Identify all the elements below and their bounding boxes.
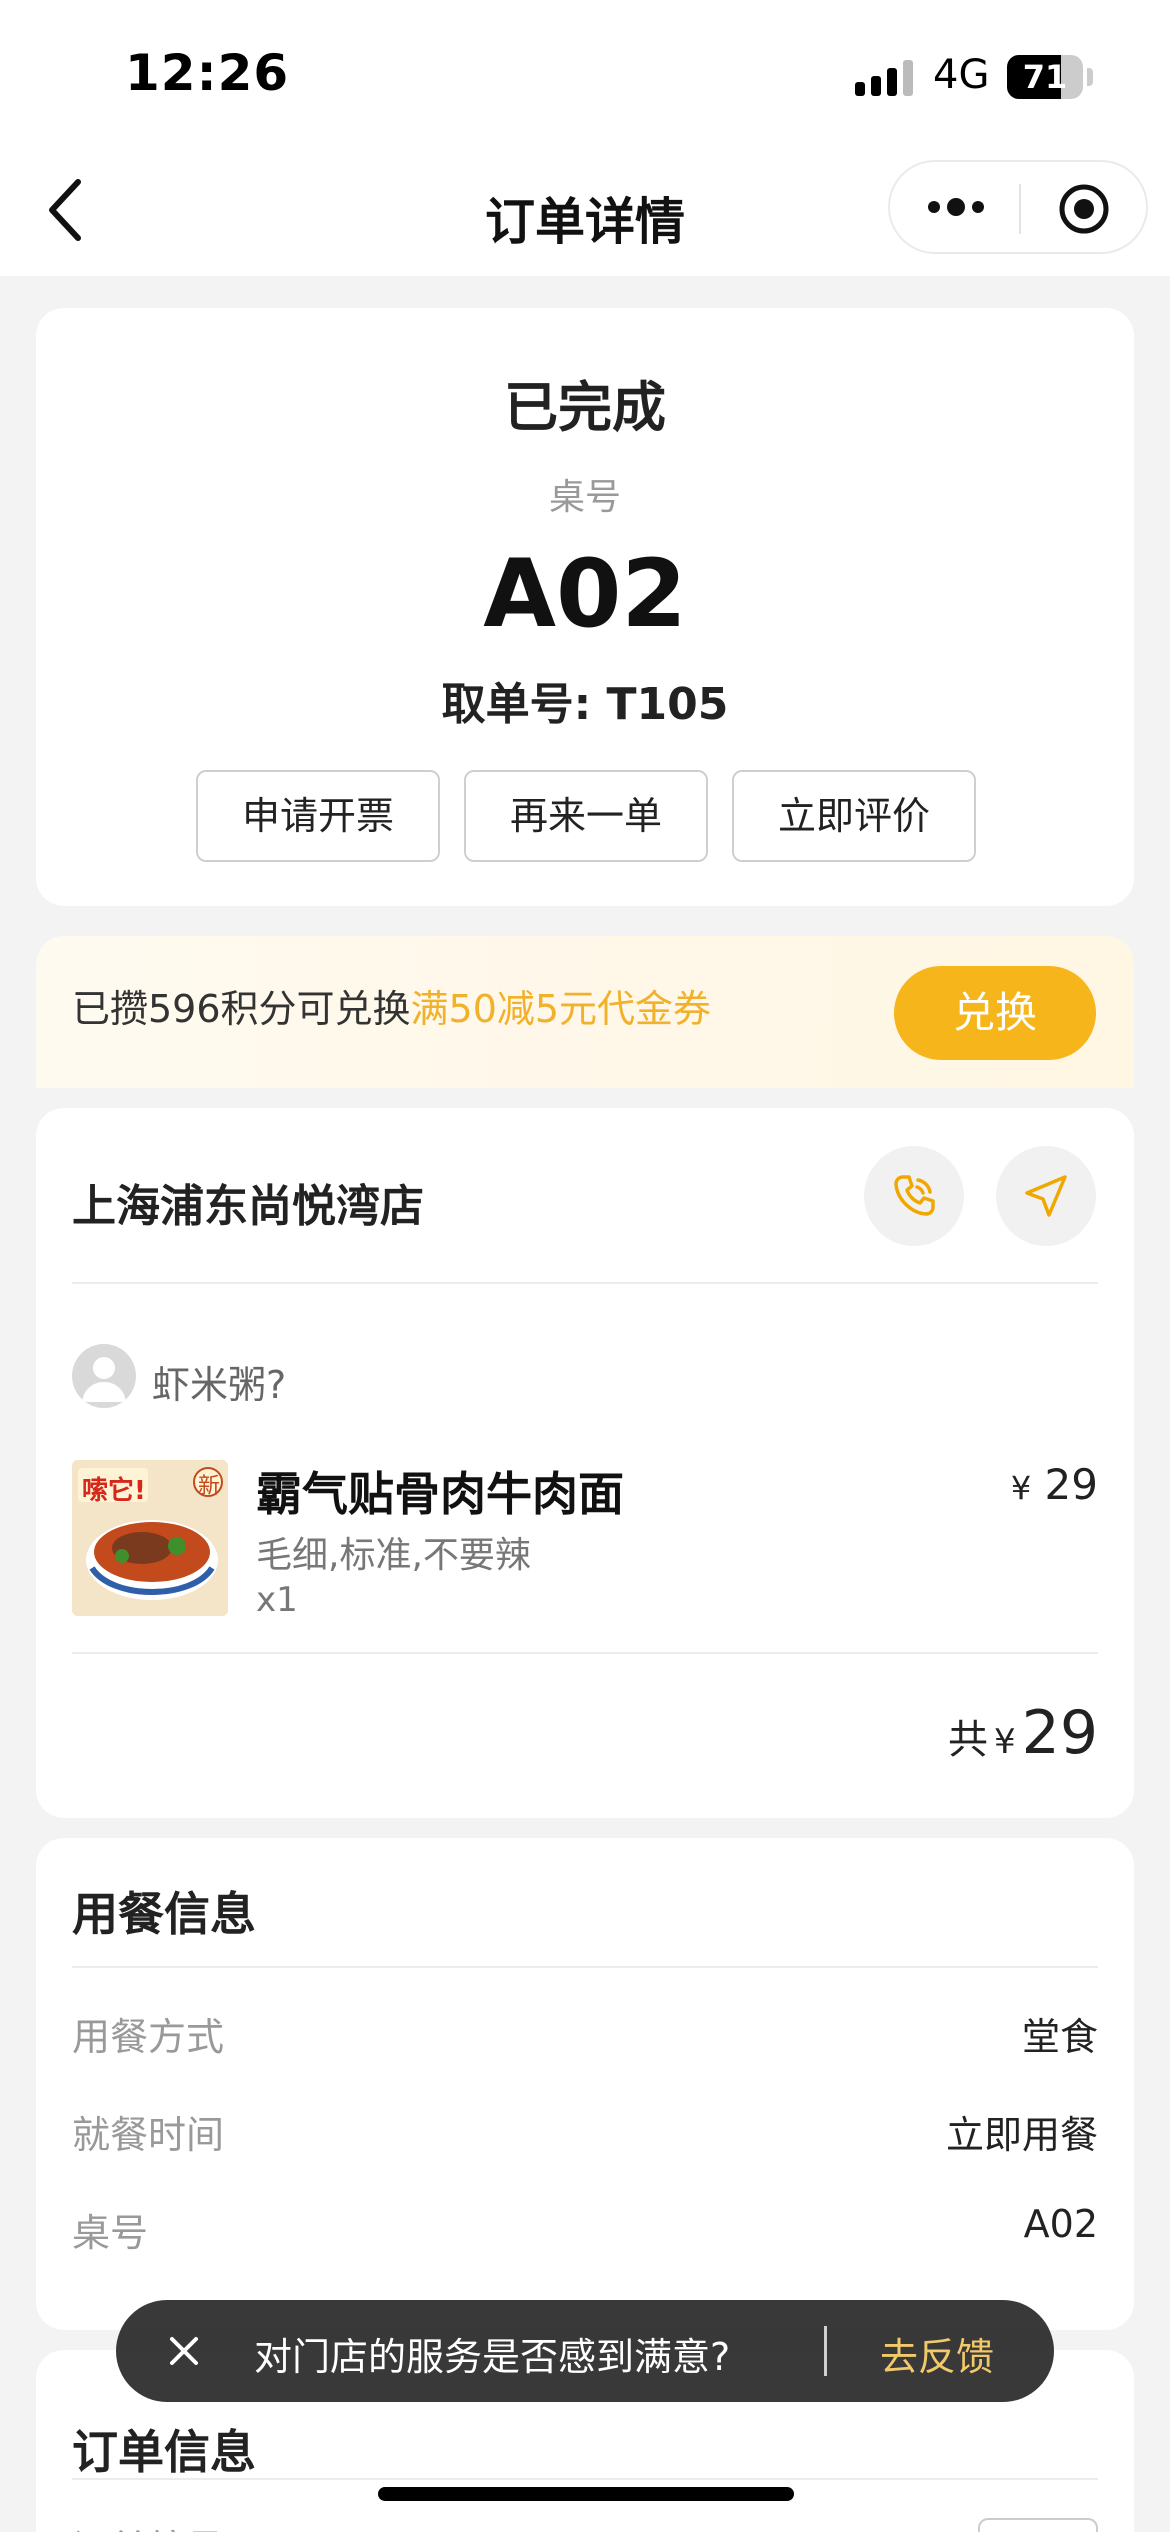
review-button[interactable]: 立即评价 <box>732 770 976 862</box>
total-currency: ¥ <box>994 1722 1016 1762</box>
status-bar: 12:26 4G 71 <box>0 0 1170 150</box>
total-amount: 29 <box>1021 1698 1098 1768</box>
order-info-divider <box>72 2478 1098 2480</box>
dish-price-value: 29 <box>1044 1460 1098 1509</box>
order-number-label: 订单编号 <box>72 2518 224 2532</box>
dish-price-currency: ¥ <box>1010 1469 1032 1507</box>
feedback-link[interactable]: 去反馈 <box>880 2326 994 2381</box>
info-value: 立即用餐 <box>945 2113 1098 2157</box>
nav-bar: 订单详情 <box>0 150 1170 276</box>
info-row-dining-time: 就餐时间 立即用餐 <box>72 2104 1098 2164</box>
info-row-dining-method: 用餐方式 堂食 <box>72 2006 1098 2066</box>
total-label: 共 <box>948 1717 988 1763</box>
network-type: 4G <box>933 52 990 98</box>
dish-qty: x1 <box>256 1580 298 1620</box>
user-icon <box>82 1357 126 1402</box>
capsule-divider <box>1019 184 1021 234</box>
close-icon[interactable] <box>164 2331 204 2371</box>
order-status-card: 已完成 桌号 A02 取单号: T105 申请开票 再来一单 立即评价 <box>36 308 1134 906</box>
items-divider <box>72 1652 1098 1654</box>
dish-image: 嗦它! 新 <box>72 1460 228 1616</box>
info-value: A02 <box>1023 2202 1098 2246</box>
reorder-button[interactable]: 再来一单 <box>464 770 708 862</box>
info-row-table: 桌号 A02 <box>72 2202 1098 2262</box>
info-key: 桌号 <box>72 2211 149 2255</box>
call-store-button[interactable] <box>864 1146 964 1246</box>
copy-button[interactable] <box>978 2518 1098 2532</box>
signal-icon <box>855 60 915 96</box>
meal-info-card: 用餐信息 用餐方式 堂食 就餐时间 立即用餐 桌号 A02 <box>36 1838 1134 2330</box>
order-actions: 申请开票 再来一单 立即评价 <box>196 770 976 862</box>
dish-spec: 毛细,标准,不要辣 <box>256 1535 531 1576</box>
mini-program-capsule <box>888 160 1148 254</box>
voucher-highlight: 满50减5元代金券 <box>410 987 712 1031</box>
navigate-button[interactable] <box>996 1146 1096 1246</box>
points-text-prefix: 已攒596积分可兑换 <box>72 987 411 1031</box>
info-key: 用餐方式 <box>72 2015 225 2059</box>
user-name: 虾米粥? <box>152 1363 287 1407</box>
meal-info-title: 用餐信息 <box>72 1887 256 1941</box>
invoice-button[interactable]: 申请开票 <box>196 770 440 862</box>
dish-new-tag: 新 <box>198 1474 221 1499</box>
pickup-number: 取单号: T105 <box>441 679 729 730</box>
navigate-arrow-icon <box>1025 1175 1067 1217</box>
status-time: 12:26 <box>125 44 290 102</box>
toast-separator <box>824 2326 827 2376</box>
points-banner: 已攒596积分可兑换满50减5元代金券 兑换 <box>36 936 1134 1088</box>
points-text: 已攒596积分可兑换满50减5元代金券 <box>72 978 711 1033</box>
order-total: 共 ¥29 <box>948 1698 1098 1768</box>
target-circle-icon[interactable] <box>1057 182 1111 236</box>
table-label: 桌号 <box>548 477 621 518</box>
battery-level: 71 <box>1022 58 1068 96</box>
store-divider <box>72 1282 1098 1284</box>
dish-badge: 嗦它! <box>82 1476 146 1506</box>
screen: 12:26 4G 71 订单详情 已完成 桌号 A02 取单号: T105 申请… <box>0 0 1170 2532</box>
info-key: 就餐时间 <box>72 2113 225 2157</box>
home-indicator <box>378 2487 794 2501</box>
battery-icon: 71 <box>1007 55 1083 99</box>
phone-icon <box>894 1175 935 1216</box>
toast-message: 对门店的服务是否感到满意? <box>254 2335 731 2379</box>
dish-price: ¥ 29 <box>1011 1460 1098 1509</box>
more-dots-icon[interactable] <box>926 192 986 222</box>
order-info-title: 订单信息 <box>72 2425 256 2479</box>
table-number: A02 <box>483 540 687 649</box>
store-name: 上海浦东尚悦湾店 <box>72 1181 424 1232</box>
order-status: 已完成 <box>504 376 666 439</box>
info-value: 堂食 <box>1021 2015 1098 2059</box>
battery-cap <box>1087 68 1093 86</box>
meal-info-divider <box>72 1966 1098 1968</box>
avatar <box>72 1344 136 1408</box>
feedback-toast: 对门店的服务是否感到满意? 去反馈 <box>116 2300 1054 2402</box>
dish-name: 霸气贴骨肉牛肉面 <box>256 1467 624 1521</box>
store-card: 上海浦东尚悦湾店 虾米粥? 嗦它! 新 霸气贴骨肉牛肉面 毛细,标准,不要辣 x… <box>36 1108 1134 1818</box>
exchange-button[interactable]: 兑换 <box>894 966 1096 1060</box>
